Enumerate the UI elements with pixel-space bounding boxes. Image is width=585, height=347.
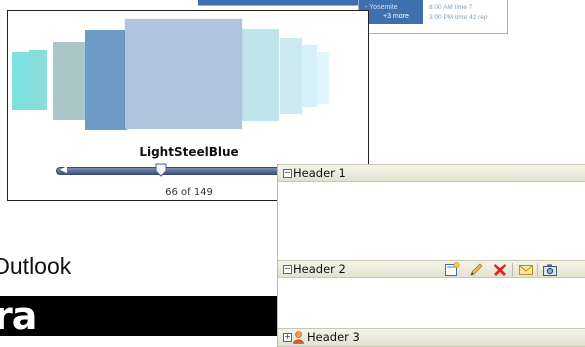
toolbar-separator (512, 263, 513, 276)
user-icon (293, 331, 304, 344)
card-right-2[interactable] (280, 38, 302, 114)
selected-color-label: LightSteelBlue (139, 145, 239, 159)
header-3-title[interactable]: Header 3 (307, 330, 360, 344)
accordion-header-1[interactable]: − Header 1 (278, 164, 585, 182)
logo-text: ra (0, 294, 37, 338)
card-left-2[interactable] (53, 42, 87, 120)
card-right-1[interactable] (241, 29, 279, 121)
card-left-3[interactable] (29, 50, 47, 110)
card-center[interactable] (125, 19, 242, 129)
calendar-time-2: 3:00 PM time 42 rep (429, 14, 488, 21)
collapse-icon[interactable]: − (283, 169, 292, 178)
logo-banner: ra (0, 294, 277, 338)
new-note-icon[interactable] (444, 262, 460, 277)
slider-thumb[interactable] (155, 163, 167, 177)
accordion-body-1 (278, 182, 585, 260)
card-right-4[interactable] (317, 52, 329, 104)
camera-icon[interactable] (542, 262, 558, 277)
calendar-fragment: - Yosemite +3 more 8:00 AM time 7 3:00 P… (358, 0, 508, 34)
accordion-body-2 (278, 278, 585, 328)
mail-icon[interactable] (518, 262, 534, 277)
calendar-event-label[interactable]: - Yosemite (365, 4, 398, 11)
calendar-more-link[interactable]: +3 more (383, 13, 409, 20)
outlook-caption: Outlook (0, 253, 72, 279)
calendar-top-strip (198, 0, 358, 6)
accordion-panel: − Header 1 − Header 2 + Header 3 (277, 164, 585, 347)
accordion-header-3[interactable]: + Header 3 (278, 328, 585, 347)
header-1-title[interactable]: Header 1 (293, 166, 346, 180)
slider-left-arrow-icon[interactable]: ◀ (60, 165, 67, 175)
edit-pencil-icon[interactable] (468, 262, 484, 277)
calendar-time-1: 8:00 AM time 7 (429, 4, 473, 11)
delete-x-icon[interactable] (492, 262, 508, 277)
card-right-3[interactable] (302, 45, 317, 107)
coverflow-slider[interactable]: ◀ (56, 165, 296, 175)
collapse-icon[interactable]: − (283, 265, 292, 274)
accordion-header-2[interactable]: − Header 2 (278, 260, 585, 278)
header-2-title[interactable]: Header 2 (293, 262, 346, 276)
toolbar-separator (537, 263, 538, 276)
expand-icon[interactable]: + (283, 333, 292, 342)
card-left-1[interactable] (85, 30, 127, 130)
calendar-times: 8:00 AM time 7 3:00 PM time 42 rep (429, 3, 488, 23)
